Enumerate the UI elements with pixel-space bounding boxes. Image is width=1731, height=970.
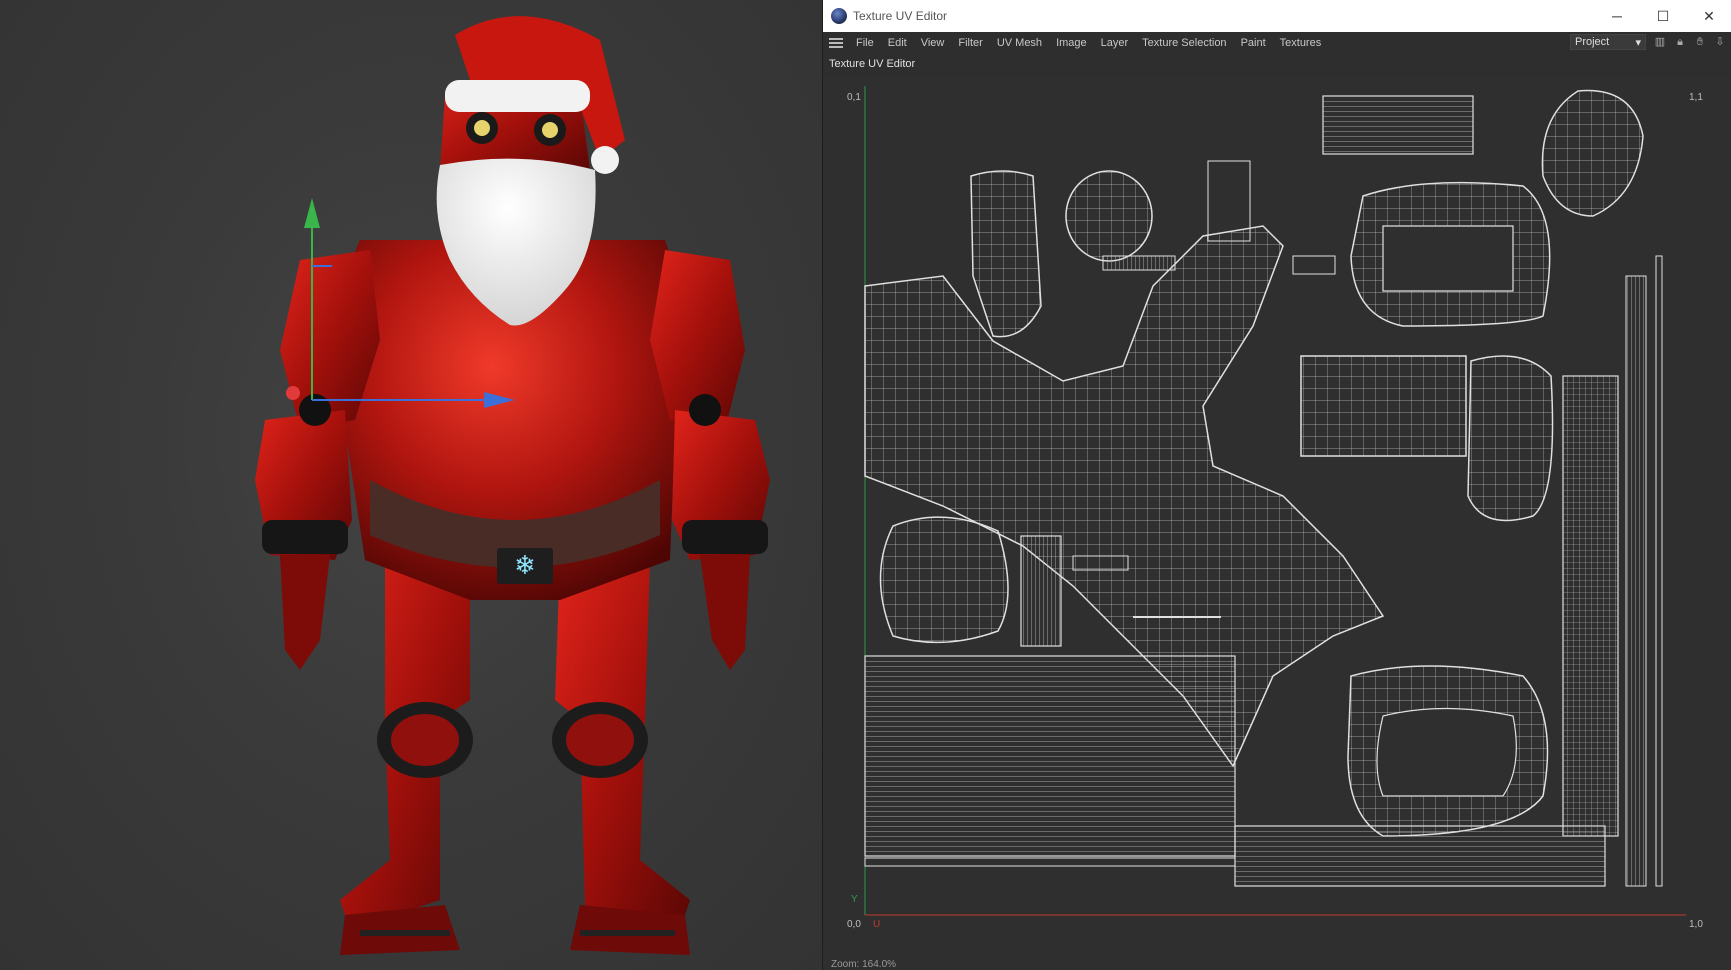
uv-label-top-right: 1,1: [1689, 92, 1703, 103]
hat-brim: [445, 80, 590, 112]
zoom-readout: Zoom: 164.0%: [831, 959, 897, 970]
uv-island-strip-large: [864, 655, 1236, 857]
window-controls: ─ ☐ ✕: [1594, 0, 1731, 32]
3d-viewport[interactable]: ❄: [0, 0, 822, 970]
uv-island-head: [1541, 89, 1644, 217]
uv-island-strip-thin: [1625, 275, 1647, 887]
u-axis-label: U: [873, 919, 881, 930]
uv-island-strip-bottom: [1234, 825, 1606, 887]
menu-filter[interactable]: Filter: [951, 37, 989, 49]
uv-island-eye: [1065, 170, 1153, 262]
uv-island-face-a: [970, 170, 1042, 338]
project-dropdown[interactable]: Project ▾: [1570, 34, 1646, 50]
chevron-down-icon: ▾: [1635, 36, 1641, 49]
menu-image[interactable]: Image: [1049, 37, 1094, 49]
window-title: Texture UV Editor: [853, 9, 948, 23]
hand-icon[interactable]: ✋︎: [1694, 36, 1706, 48]
close-button[interactable]: ✕: [1686, 0, 1731, 32]
menu-textures[interactable]: Textures: [1273, 37, 1329, 49]
uv-island-palm: [879, 516, 1009, 644]
menu-paint[interactable]: Paint: [1234, 37, 1273, 49]
lock-icon[interactable]: 🔒︎: [1674, 36, 1686, 48]
snowflake-icon: ❄: [514, 551, 536, 581]
menu-bar: File Edit View Filter UV Mesh Image Laye…: [823, 32, 1731, 54]
uv-label-top-left: 0,1: [847, 92, 861, 103]
menu-edit[interactable]: Edit: [881, 37, 914, 49]
project-dropdown-value: Project: [1575, 36, 1610, 48]
menu-uv-mesh[interactable]: UV Mesh: [990, 37, 1049, 49]
uv-canvas[interactable]: 0,1 1,1 0,0 1,0 Y U Zoom: 164.0%: [823, 76, 1731, 970]
maximize-button[interactable]: ☐: [1640, 0, 1686, 32]
uv-island-finger: [1020, 535, 1062, 647]
v-axis-label: Y: [851, 894, 858, 905]
uv-island-band: [1300, 355, 1467, 457]
chart-icon[interactable]: ▥: [1654, 36, 1666, 48]
hamburger-icon[interactable]: [829, 38, 843, 48]
uv-label-bottom-left: 0,0: [847, 919, 861, 930]
title-bar[interactable]: Texture UV Editor ─ ☐ ✕: [823, 0, 1731, 32]
menu-layer[interactable]: Layer: [1094, 37, 1136, 49]
menu-view[interactable]: View: [914, 37, 952, 49]
minimize-button[interactable]: ─: [1594, 0, 1640, 32]
toolbar-right: Project ▾ ▥ 🔒︎ ✋︎ ⇩: [1570, 34, 1726, 50]
uv-island-strip-vertical: [1562, 375, 1619, 837]
menu-texture-selection[interactable]: Texture Selection: [1135, 37, 1233, 49]
uv-mesh-layout[interactable]: [823, 76, 1731, 970]
legs: [340, 560, 690, 955]
hat-pompom: [591, 146, 619, 174]
uv-island-ring-2: [1467, 355, 1554, 522]
texture-uv-editor-window[interactable]: Texture UV Editor ─ ☐ ✕ File Edit View F…: [822, 0, 1731, 970]
uv-island-strip-top: [1322, 95, 1474, 155]
santa-robot-model[interactable]: ❄: [0, 0, 822, 970]
app-icon: [831, 8, 847, 24]
uv-label-bottom-right: 1,0: [1689, 919, 1703, 930]
panel-title: Texture UV Editor: [829, 58, 916, 70]
menu-file[interactable]: File: [849, 37, 881, 49]
pin-icon[interactable]: ⇩: [1714, 36, 1726, 48]
